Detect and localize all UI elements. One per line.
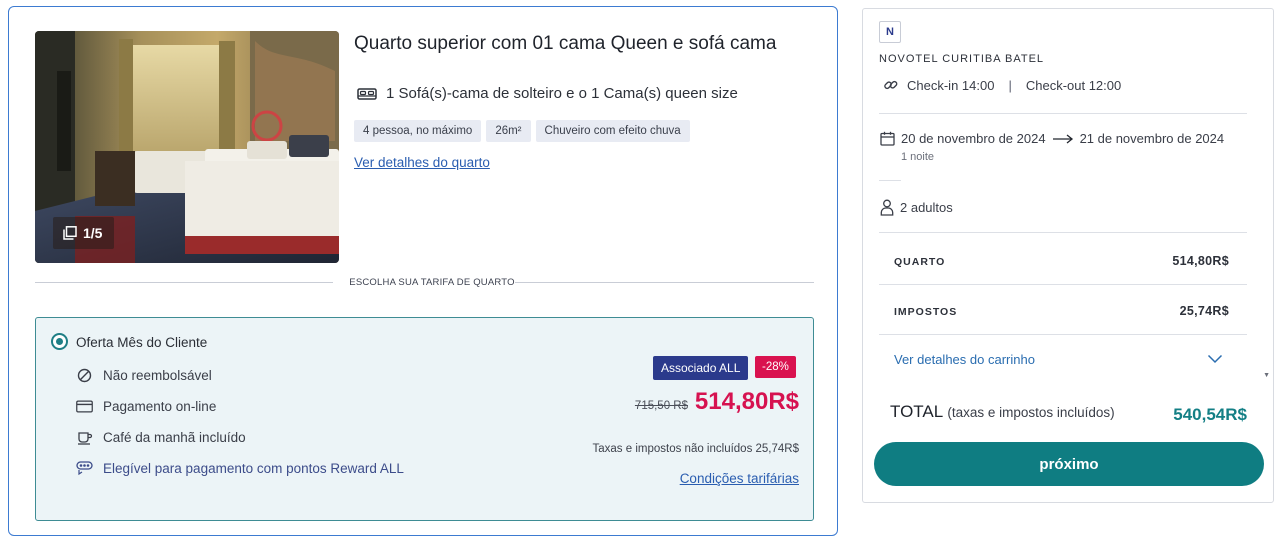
taxes-line-value: 25,74R$ bbox=[1179, 304, 1229, 318]
card-icon bbox=[76, 400, 93, 413]
guests: 2 adultos bbox=[880, 199, 953, 216]
taxes-line-label: IMPOSTOS bbox=[894, 306, 958, 318]
next-button[interactable]: próximo bbox=[874, 442, 1264, 486]
check-separator: | bbox=[1008, 77, 1012, 93]
total-label: TOTAL (taxas e impostos incluídos) bbox=[890, 402, 1115, 422]
room-tags: 4 pessoa, no máximo 26m² Chuveiro com ef… bbox=[354, 120, 690, 142]
separator bbox=[879, 232, 1247, 233]
room-line-label: QUARTO bbox=[894, 256, 946, 268]
date-to: 21 de novembro de 2024 bbox=[1079, 131, 1225, 146]
bed-icon bbox=[357, 87, 377, 100]
room-line-value: 514,80R$ bbox=[1172, 254, 1229, 268]
no-refund-icon bbox=[77, 368, 92, 383]
separator bbox=[879, 284, 1247, 285]
gallery-icon bbox=[63, 226, 77, 240]
rate-name: Oferta Mês do Cliente bbox=[76, 335, 208, 350]
hotel-logo: N bbox=[879, 21, 901, 43]
person-icon bbox=[880, 199, 894, 216]
feature-no-refund: Não reembolsável bbox=[76, 368, 212, 383]
stay-dates: 20 de novembro de 2024 21 de novembro de… bbox=[880, 131, 1224, 146]
separator-short bbox=[879, 180, 901, 181]
photo-counter-text: 1/5 bbox=[83, 225, 103, 241]
divider-left bbox=[35, 282, 333, 283]
member-badge: Associado ALL bbox=[653, 356, 749, 380]
rate-price: 514,80R$ bbox=[694, 388, 799, 415]
feature-label: Café da manhã incluído bbox=[103, 430, 246, 445]
feature-label: Elegível para pagamento com pontos Rewar… bbox=[103, 461, 404, 476]
coffee-icon bbox=[77, 431, 92, 445]
guests-count: 2 adultos bbox=[900, 200, 953, 215]
date-from: 20 de novembro de 2024 bbox=[901, 131, 1046, 146]
reward-icon bbox=[76, 461, 93, 476]
old-price: 715,50 R$ bbox=[634, 400, 688, 412]
photo-counter[interactable]: 1/5 bbox=[53, 217, 115, 249]
cart-details-link[interactable]: Ver detalhes do carrinho bbox=[894, 352, 1035, 367]
hotel-name: NOVOTEL CURITIBA BATEL bbox=[879, 53, 1045, 65]
hotel-logo-text: N bbox=[886, 26, 894, 38]
total-subtitle: (taxas e impostos incluídos) bbox=[947, 405, 1115, 420]
divider-right bbox=[515, 282, 814, 283]
separator bbox=[879, 113, 1247, 114]
scroll-down-arrow[interactable]: ▼ bbox=[1263, 372, 1270, 379]
arrow-right-icon bbox=[1052, 133, 1073, 144]
nights-count: 1 noite bbox=[901, 151, 935, 163]
calendar-icon bbox=[880, 131, 895, 146]
feature-label: Pagamento on-line bbox=[103, 399, 217, 414]
rate-option[interactable]: Oferta Mês do Cliente Não reembolsável P… bbox=[35, 317, 814, 521]
check-in-time: Check-in 14:00 bbox=[907, 77, 995, 93]
feature-label: Não reembolsável bbox=[103, 368, 212, 383]
total-value: 540,54R$ bbox=[1173, 405, 1247, 424]
tariff-conditions-link[interactable]: Condições tarifárias bbox=[680, 471, 799, 486]
tax-note: Taxas e impostos não incluídos 25,74R$ bbox=[592, 443, 799, 455]
feature-reward: Elegível para pagamento com pontos Rewar… bbox=[76, 461, 404, 476]
check-in-out: Check-in 14:00 | Check-out 12:00 bbox=[883, 77, 1121, 93]
link-icon bbox=[884, 80, 898, 90]
rate-radio[interactable] bbox=[51, 333, 68, 350]
separator bbox=[879, 334, 1247, 335]
rate-section-label: ESCOLHA SUA TARIFA DE QUARTO bbox=[349, 277, 515, 288]
tag-capacity: 4 pessoa, no máximo bbox=[354, 120, 482, 142]
bed-description: 1 Sofá(s)-cama de solteiro e o 1 Cama(s)… bbox=[386, 85, 738, 102]
room-title: Quarto superior com 01 cama Queen e sofá… bbox=[354, 33, 777, 54]
discount-badge: -28% bbox=[755, 356, 796, 378]
room-card: 1/5 Quarto superior com 01 cama Queen e … bbox=[8, 6, 838, 536]
room-photo[interactable]: 1/5 bbox=[35, 31, 339, 263]
room-details-link[interactable]: Ver detalhes do quarto bbox=[354, 155, 490, 170]
tag-size: 26m² bbox=[486, 120, 531, 142]
chevron-down-icon[interactable] bbox=[1207, 354, 1223, 364]
feature-breakfast: Café da manhã incluído bbox=[76, 430, 246, 445]
check-out-time: Check-out 12:00 bbox=[1025, 77, 1122, 93]
feature-online-payment: Pagamento on-line bbox=[76, 399, 216, 414]
booking-summary: N NOVOTEL CURITIBA BATEL Check-in 14:00 … bbox=[862, 8, 1274, 503]
bed-info: 1 Sofá(s)-cama de solteiro e o 1 Cama(s)… bbox=[357, 85, 738, 102]
tag-shower: Chuveiro com efeito chuva bbox=[535, 120, 690, 142]
total-title: TOTAL bbox=[890, 402, 943, 421]
